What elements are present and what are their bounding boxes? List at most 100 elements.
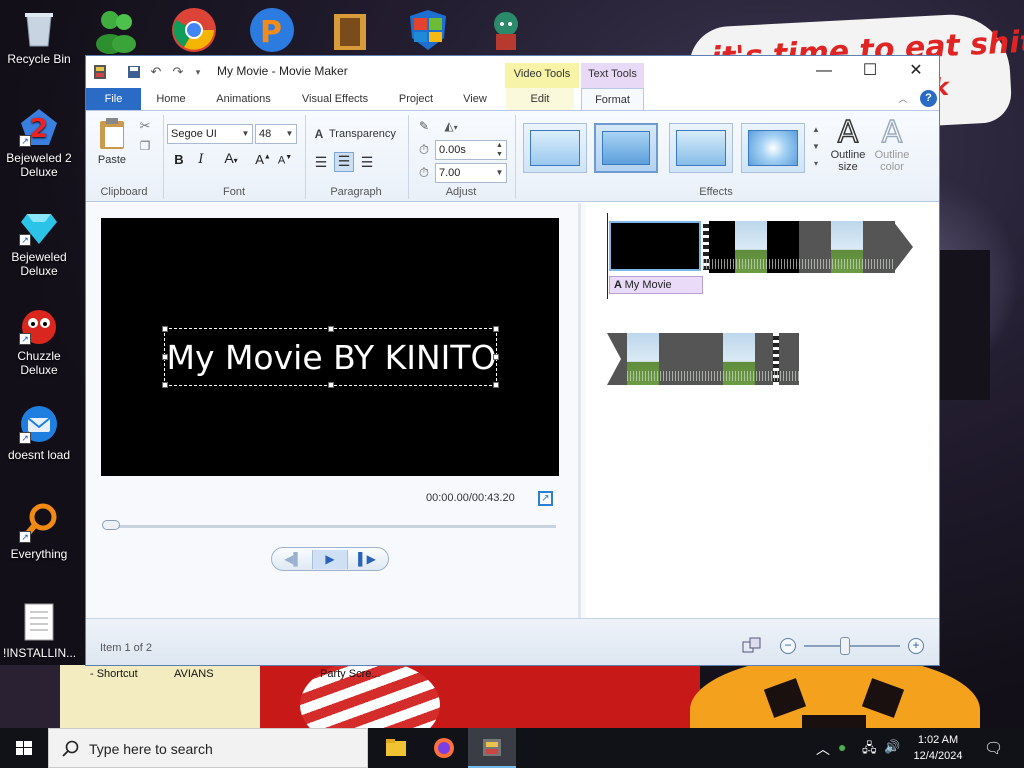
font-family-combo[interactable]: Segoe UI ▼ [167, 124, 253, 144]
start-time-field[interactable]: 0.00s ▲ ▼ [435, 140, 507, 160]
customize-toolbar-icon[interactable]: ▾ [190, 64, 206, 80]
zoom-thumb[interactable] [840, 637, 850, 655]
resize-handle[interactable] [328, 382, 334, 388]
folder-app-icon[interactable] [326, 6, 374, 54]
play-icon[interactable]: ▶ [312, 550, 348, 569]
caption-chip[interactable]: A My Movie [609, 276, 703, 294]
caption-text[interactable]: My Movie BY KINITO [165, 329, 498, 387]
transparency-icon[interactable]: A [311, 127, 327, 141]
duration-field[interactable]: 7.00 ▼ [435, 163, 507, 183]
outline-color-button[interactable]: A Outline color [870, 116, 914, 173]
tab-edit[interactable]: Edit [506, 88, 574, 110]
file-explorer-taskbar-icon[interactable] [372, 728, 420, 768]
align-center-icon[interactable]: ☰ [334, 152, 354, 172]
caption-text-box[interactable]: My Movie BY KINITO [162, 326, 499, 388]
game-character-icon[interactable] [482, 6, 530, 54]
collapse-ribbon-icon[interactable]: ︿ [896, 88, 910, 110]
desktop-icon-doesnt-load[interactable]: ↗ doesnt load [3, 404, 75, 462]
seek-bar[interactable] [104, 525, 556, 528]
video-clip-1[interactable] [703, 221, 895, 273]
italic-icon[interactable]: I [194, 152, 208, 167]
network-icon[interactable]: 🖧 [862, 739, 877, 761]
volume-icon[interactable]: 🔊 [884, 739, 900, 755]
resize-handle[interactable] [328, 326, 334, 332]
outline-size-button[interactable]: A Outline size [826, 116, 870, 173]
help-icon[interactable]: ? [920, 90, 937, 107]
desktop-icon-chuzzle[interactable]: ↗ Chuzzle Deluxe [3, 305, 75, 377]
font-size-combo[interactable]: 48 ▼ [255, 124, 297, 144]
resize-handle[interactable] [162, 354, 168, 360]
fullscreen-icon[interactable]: ↗ [538, 491, 553, 506]
tab-format[interactable]: Format [581, 88, 644, 111]
title-clip-thumbnail[interactable] [609, 221, 701, 271]
effect-expand[interactable] [669, 123, 733, 173]
start-button[interactable] [0, 728, 48, 768]
effect-scroll-in[interactable] [523, 123, 587, 173]
start-time-icon[interactable]: ⏱ [416, 142, 432, 158]
playhead[interactable] [607, 213, 608, 299]
seek-thumb[interactable] [102, 520, 120, 530]
effect-zoom-selected[interactable] [594, 123, 658, 173]
previous-frame-icon[interactable]: ◀▌ [278, 550, 308, 569]
align-right-icon[interactable]: ☰ [359, 154, 375, 171]
desktop-icon-recycle-bin[interactable]: Recycle Bin [3, 8, 75, 66]
video-preview[interactable]: My Movie BY KINITO [101, 218, 559, 476]
tab-project[interactable]: Project [389, 88, 443, 110]
peggle-icon[interactable]: P [248, 6, 296, 54]
notifications-icon[interactable]: 🗨 [984, 739, 1003, 757]
grow-font-icon[interactable]: A▲ [254, 152, 272, 167]
tab-visual-effects[interactable]: Visual Effects [291, 88, 379, 110]
effects-gallery-scroll[interactable]: ▲ ▼ ▾ [809, 121, 823, 172]
background-color-icon[interactable]: ✎ [416, 119, 432, 133]
thumbnail-size-icon[interactable] [742, 637, 762, 655]
app-menu-icon[interactable] [92, 64, 108, 80]
title-bar[interactable]: ↶ ↷ ▾ My Movie - Movie Maker Video Tools… [86, 56, 939, 90]
tab-file[interactable]: File [86, 88, 141, 110]
bold-icon[interactable]: B [172, 152, 186, 167]
align-left-icon[interactable]: ☰ [313, 154, 329, 171]
close-button[interactable]: ✕ [893, 56, 939, 87]
resize-handle[interactable] [162, 326, 168, 332]
video-clip-2[interactable] [627, 333, 799, 385]
desktop-icon-installing[interactable]: !INSTALLIN... [3, 602, 76, 660]
cut-icon[interactable]: ✂ [138, 118, 152, 134]
duration-icon[interactable]: ⏱ [416, 165, 432, 181]
taskbar-search[interactable]: Type here to search [48, 728, 368, 768]
zoom-in-icon[interactable]: + [908, 638, 924, 654]
tab-home[interactable]: Home [146, 88, 196, 110]
resize-handle[interactable] [162, 382, 168, 388]
minimize-button[interactable]: — [801, 56, 847, 87]
paste-button[interactable]: Paste [94, 117, 130, 166]
copy-icon[interactable]: ❐ [138, 139, 152, 153]
redo-icon[interactable]: ↷ [170, 64, 186, 80]
resize-handle[interactable] [493, 326, 499, 332]
zoom-out-icon[interactable]: − [780, 638, 796, 654]
show-hidden-icons-icon[interactable]: ︿ [816, 739, 830, 759]
save-icon[interactable] [126, 64, 142, 80]
undo-icon[interactable]: ↶ [148, 64, 164, 80]
text-color-icon[interactable]: ◭▾ [438, 119, 464, 133]
people-tray-icon[interactable]: ● [838, 739, 846, 755]
desktop-icon-bejeweled[interactable]: ↗ Bejeweled Deluxe [3, 206, 75, 278]
next-frame-icon[interactable]: ▌▶ [352, 550, 382, 569]
pane-divider[interactable] [578, 203, 581, 618]
tab-animations[interactable]: Animations [206, 88, 281, 110]
chrome-icon[interactable] [170, 6, 218, 54]
zoom-slider[interactable] [804, 645, 900, 647]
desktop-icon-bejeweled-2[interactable]: 2 ↗ Bejeweled 2 Deluxe [3, 107, 75, 179]
firefox-taskbar-icon[interactable] [420, 728, 468, 768]
font-color-icon[interactable]: A▾ [219, 150, 243, 166]
maximize-button[interactable]: ☐ [847, 56, 893, 87]
windows-shield-icon[interactable] [404, 6, 452, 54]
effect-sparkle[interactable] [741, 123, 805, 173]
movie-maker-taskbar-icon[interactable] [468, 728, 516, 768]
clock[interactable]: 1:02 AM 12/4/2024 [906, 732, 970, 764]
transparency-button[interactable]: Transparency [329, 128, 401, 140]
desktop-icon-everything[interactable]: ↗ Everything [3, 503, 75, 561]
shrink-font-icon[interactable]: A▼ [276, 154, 294, 167]
resize-handle[interactable] [493, 354, 499, 360]
tab-view[interactable]: View [451, 88, 499, 110]
people-app-icon[interactable] [92, 6, 140, 54]
spinner-icon[interactable]: ▲ ▼ [493, 141, 506, 159]
resize-handle[interactable] [493, 382, 499, 388]
